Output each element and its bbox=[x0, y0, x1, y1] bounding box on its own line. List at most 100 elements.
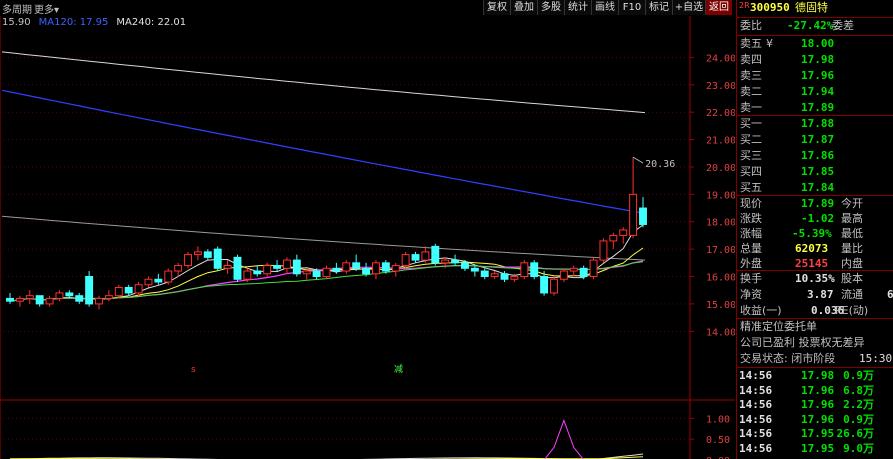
candle-body bbox=[312, 270, 321, 278]
ask-label: 卖一 bbox=[740, 101, 762, 114]
tick-time: 14:56 bbox=[739, 398, 773, 412]
candle-body bbox=[629, 193, 638, 236]
ma240-line bbox=[1, 51, 646, 114]
stat2-row: 收益(一) 0.036 PE(动) bbox=[737, 303, 893, 319]
tick-price: 17.96 bbox=[801, 412, 835, 426]
stat-label: 涨幅 bbox=[740, 227, 762, 240]
candle-body bbox=[421, 251, 430, 261]
tick-volume: 2.2万 bbox=[843, 398, 874, 412]
candle-body bbox=[75, 295, 84, 302]
back-button[interactable]: 返回 bbox=[705, 0, 732, 15]
stat-value: -1.02 bbox=[801, 212, 835, 225]
f10-button[interactable]: F10 bbox=[618, 0, 645, 15]
kline-chart[interactable]: 24.00 23.00 22.00 21.00 20.00 19.00 18.00 17.00… bbox=[0, 16, 735, 459]
multi-stock-button[interactable]: 多股 bbox=[537, 0, 564, 15]
candle-body bbox=[174, 265, 183, 272]
candle-body bbox=[124, 286, 133, 294]
candle-body bbox=[164, 270, 173, 283]
candle-body bbox=[114, 286, 123, 297]
ask-price: 17.89 bbox=[801, 101, 835, 114]
tick-row: 14:56 17.96 0.9万 bbox=[737, 413, 893, 428]
candle-body bbox=[451, 259, 460, 264]
top-toolbar: 多周期 更多▾ 复权 叠加 多股 统计 画线 F10 标记 +自选 返回 bbox=[0, 0, 735, 16]
stock-name: 德固特 bbox=[795, 1, 828, 14]
stat2-label-2: 股本 bbox=[841, 272, 863, 285]
stat-label-2: 量比 bbox=[841, 242, 863, 255]
candle-body bbox=[253, 270, 262, 275]
tick-row: 14:56 17.95 26.6万 bbox=[737, 427, 893, 442]
candle-body bbox=[55, 292, 64, 299]
mark-button[interactable]: 标记 bbox=[645, 0, 672, 15]
tick-row: 14:56 17.95 9.0万 bbox=[737, 442, 893, 457]
tick-volume: 6.8万 bbox=[843, 383, 874, 397]
candle-body bbox=[292, 259, 301, 275]
candle-body bbox=[619, 229, 628, 236]
price-tick-label: 14.00 bbox=[706, 327, 735, 338]
candle-body bbox=[599, 240, 608, 261]
bid-label: 买五 bbox=[740, 181, 762, 194]
candle-body bbox=[213, 248, 222, 269]
tick-price: 17.96 bbox=[801, 383, 835, 397]
stat-label-2: 今开 bbox=[841, 197, 863, 210]
precise-order-row[interactable]: 精准定位委托单 bbox=[737, 319, 893, 335]
candle-body bbox=[15, 297, 24, 302]
bid-price: 17.86 bbox=[801, 149, 835, 162]
candle-body bbox=[441, 259, 450, 264]
high-price-label: 20.36 bbox=[645, 159, 675, 170]
stat-value: -5.39% bbox=[792, 227, 832, 240]
tick-price: 17.95 bbox=[801, 442, 835, 455]
stat2-row: 净资 3.87 流通 6 bbox=[737, 287, 893, 303]
stats-button[interactable]: 统计 bbox=[564, 0, 591, 15]
multi-period-button[interactable]: 多周期 bbox=[2, 1, 32, 16]
ask-row: 卖三 17.96 bbox=[737, 68, 893, 84]
overlay-button[interactable]: 叠加 bbox=[510, 0, 537, 15]
weibi-value: -27.42% bbox=[787, 19, 834, 32]
bid-row: 买三 17.86 bbox=[737, 148, 893, 164]
more-menu-button[interactable]: 更多▾ bbox=[34, 1, 59, 16]
tick-time: 14:56 bbox=[739, 427, 773, 441]
stat-label-2: 最高 bbox=[841, 212, 863, 225]
bid-price: 17.87 bbox=[801, 133, 835, 146]
tick-row: 14:56 17.96 2.2万 bbox=[737, 398, 893, 413]
ask-label: 卖五 bbox=[740, 37, 762, 50]
bid-price: 17.85 bbox=[801, 165, 835, 178]
ask-label: 卖四 bbox=[740, 53, 762, 66]
ask-price: 17.94 bbox=[801, 85, 835, 98]
bid-row: 买四 17.85 bbox=[737, 164, 893, 180]
candle-body bbox=[233, 256, 242, 280]
stock-code: 300950 bbox=[750, 1, 790, 14]
ask-row: 卖一 17.89 bbox=[737, 100, 893, 116]
candle-body bbox=[371, 262, 380, 275]
candle-body bbox=[25, 295, 34, 299]
price-tick-label: 24.00 bbox=[706, 53, 735, 64]
price-tick-label: 21.00 bbox=[706, 136, 735, 147]
ask-price: 18.00 bbox=[801, 37, 835, 50]
indicator-line-magenta bbox=[544, 418, 584, 459]
ask-row: 卖五 ¥18.00 bbox=[737, 36, 893, 52]
bid-row: 买二 17.87 bbox=[737, 132, 893, 148]
weibi-label: 委比 bbox=[740, 19, 762, 32]
ask-price: 17.96 bbox=[801, 69, 835, 82]
candle-body bbox=[144, 278, 153, 286]
stat-label-2: 最低 bbox=[841, 227, 863, 240]
high-leader bbox=[632, 156, 644, 164]
tick-row: 14:56 17.98 0.9万 bbox=[737, 369, 893, 384]
stat-label: 涨跌 bbox=[740, 212, 762, 225]
tick-price: 17.98 bbox=[801, 369, 835, 382]
candle-body bbox=[500, 273, 509, 280]
stock-header: 2R 300950 德固特 bbox=[737, 0, 893, 16]
stat-value: 17.89 bbox=[801, 197, 835, 210]
candle-body bbox=[530, 262, 539, 278]
add-watchlist-button[interactable]: +自选 bbox=[672, 0, 705, 15]
candle-body bbox=[431, 245, 440, 264]
candle-body bbox=[609, 234, 618, 242]
draw-line-button[interactable]: 画线 bbox=[591, 0, 618, 15]
tick-volume: 0.9万 bbox=[843, 369, 874, 382]
bid-row: 买一 17.88 bbox=[737, 116, 893, 132]
indicator-tick-label: 0.50 bbox=[706, 435, 730, 446]
stat2-label: 换手 bbox=[740, 272, 762, 285]
stat2-value-2: 6 bbox=[887, 288, 893, 301]
candle-body bbox=[352, 262, 361, 269]
candle-body bbox=[332, 267, 341, 272]
fuquan-button[interactable]: 复权 bbox=[483, 0, 510, 15]
